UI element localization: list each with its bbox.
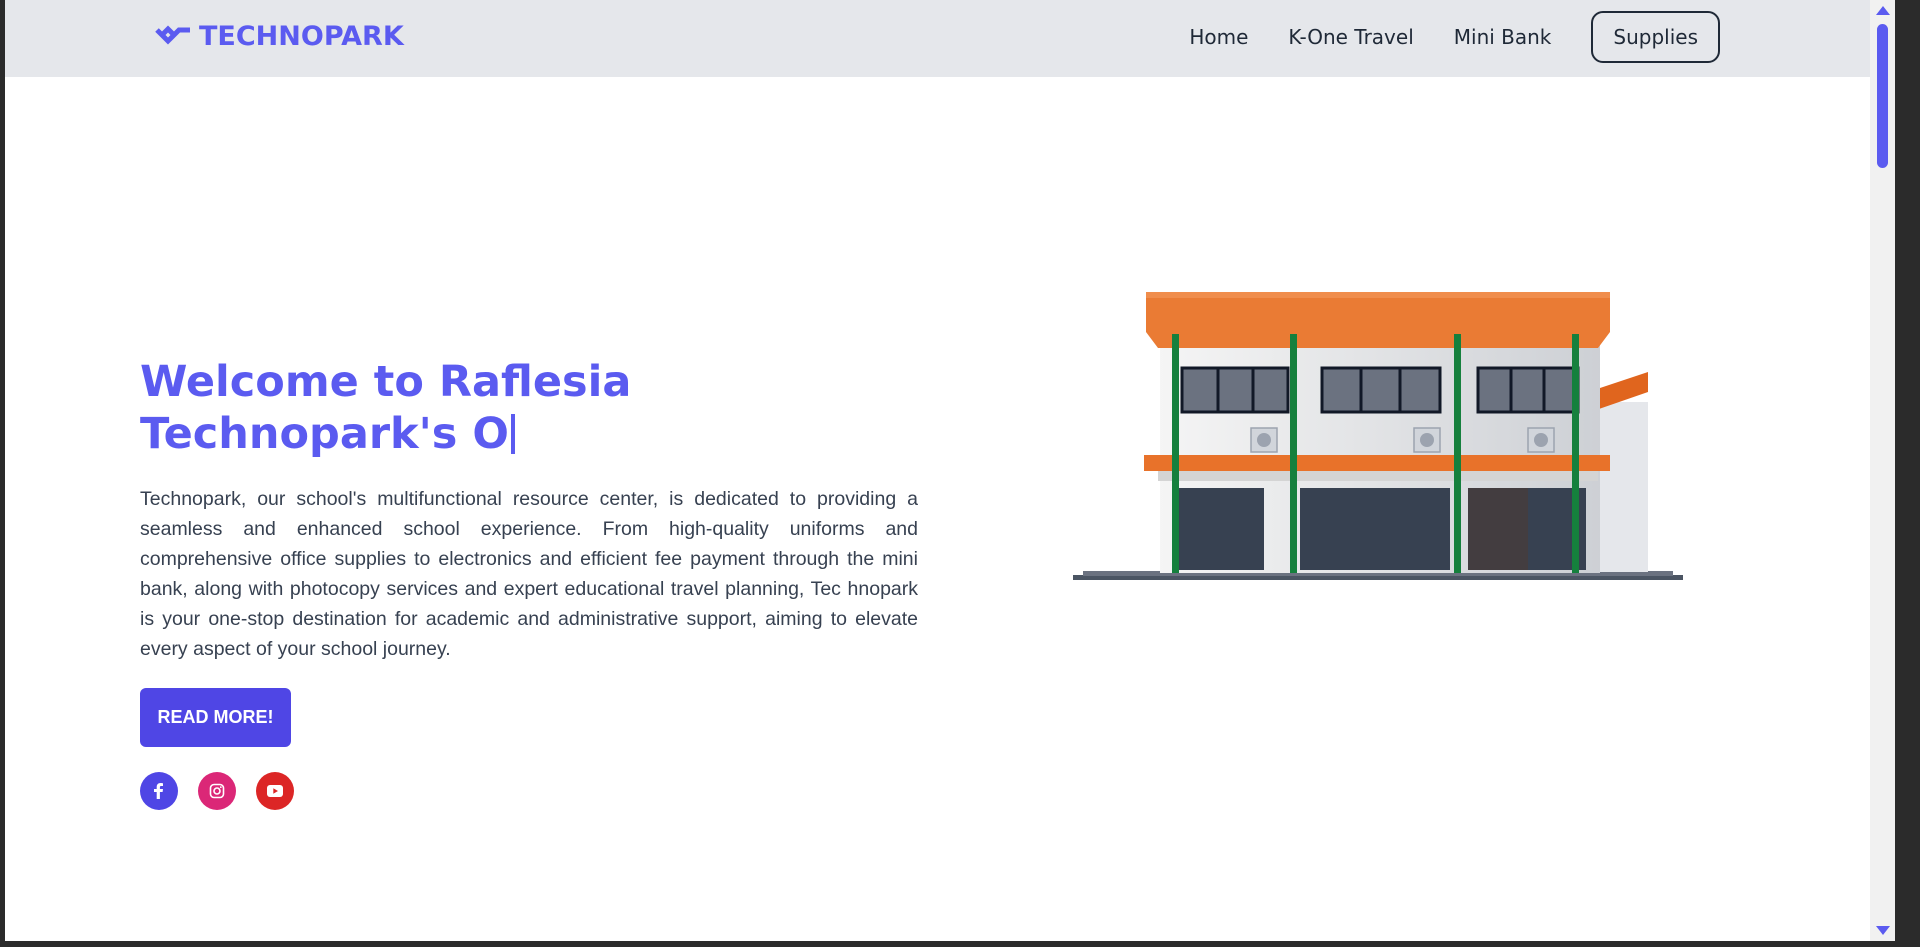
scrollbar-thumb[interactable] [1877,24,1888,168]
technopark-building-illustration [1073,292,1683,580]
youtube-icon [267,785,283,797]
youtube-link[interactable] [256,772,294,810]
hero-title: Welcome to Raflesia Technopark's O [140,356,780,460]
browser-viewport: TECHNOPARK Home K-One Travel Mini Bank S… [5,0,1895,941]
vertical-scrollbar[interactable] [1870,0,1895,941]
facebook-link[interactable] [140,772,178,810]
hero-title-line2: Technopark's O [140,409,509,459]
hero-title-line1: Welcome to Raflesia [140,357,632,407]
instagram-link[interactable] [198,772,236,810]
nav-link-home[interactable]: Home [1169,11,1268,63]
scroll-up-arrow-icon[interactable] [1876,6,1890,15]
brand-name: TECHNOPARK [199,20,404,52]
nav-link-k-one-travel[interactable]: K-One Travel [1268,11,1433,63]
diamond-logo-icon [155,25,190,45]
navbar: TECHNOPARK Home K-One Travel Mini Bank S… [5,0,1870,77]
supplies-button[interactable]: Supplies [1591,11,1720,63]
brand-logo[interactable]: TECHNOPARK [155,18,404,54]
instagram-icon [209,783,225,799]
typing-caret [510,414,515,454]
facebook-icon [154,783,163,799]
hero-description: Technopark, our school's multifunctional… [140,488,918,660]
social-links [140,772,294,810]
nav-links: Home K-One Travel Mini Bank Supplies [1169,11,1720,63]
scroll-down-arrow-icon[interactable] [1876,926,1890,935]
nav-link-mini-bank[interactable]: Mini Bank [1434,11,1572,63]
read-more-button[interactable]: READ MORE! [140,688,291,747]
